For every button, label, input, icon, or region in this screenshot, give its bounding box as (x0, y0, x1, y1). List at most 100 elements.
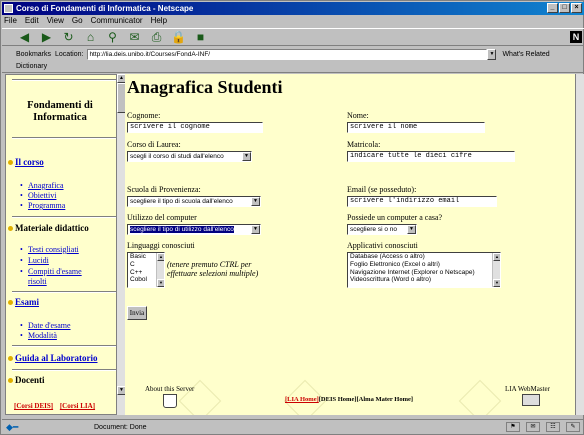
bookmarks-button[interactable]: Bookmarks (16, 51, 51, 58)
stop-icon[interactable]: ■ (192, 30, 209, 44)
security-icon[interactable]: 🔒 (170, 30, 187, 44)
sidebar-item-compiti[interactable]: • Compiti d'esame (20, 267, 82, 276)
link-deis-home[interactable]: [DEIS Home] (319, 396, 357, 403)
sidebar-section-docenti: Docenti (8, 375, 45, 385)
menu-help[interactable]: Help (151, 16, 167, 27)
sidebar-frame: Fondamenti di Informatica Il corso • Anag… (5, 74, 120, 415)
back-icon[interactable]: ◀ (16, 30, 33, 44)
sidebar-item-modalita[interactable]: • Modalità (20, 331, 57, 340)
dropdown-icon[interactable]: ▼ (242, 152, 251, 161)
main-scrollbar[interactable] (575, 74, 584, 415)
netscape-icon (4, 4, 13, 13)
main-frame: Anagrafica Studenti Cognome: scrivere il… (125, 74, 584, 415)
list-item[interactable]: Foglio Elettronico (Excel o altri) (350, 261, 500, 269)
sidebar-section-laboratorio[interactable]: Guida al Laboratorio (8, 353, 98, 363)
sidebar-item-compiti-cont[interactable]: risolti (20, 277, 47, 286)
maximize-button[interactable]: □ (559, 3, 570, 13)
linguaggi-listbox[interactable]: Basic C C++ Cobol ▲ ▼ (127, 252, 165, 288)
list-item[interactable]: Navigazione Internet (Explorer o Netscap… (350, 269, 500, 277)
status-bar: ◆━ Document: Done ⚑ ✉ ☷ ✎ (2, 419, 584, 434)
personal-toolbar: Dictionary (2, 61, 584, 73)
link-alma-mater-home[interactable]: [Alma Mater Home] (357, 396, 414, 403)
mail-icon[interactable]: ✉ (526, 422, 540, 432)
webmaster-label: LIA WebMaster (505, 385, 550, 393)
sidebar-item-anagrafica[interactable]: • Anagrafica (20, 181, 64, 190)
scuola-select[interactable]: scegliere il tipo di scuola dall'elenco ▼ (127, 196, 261, 207)
home-icon[interactable]: ⌂ (82, 30, 99, 44)
dictionary-bookmark[interactable]: Dictionary (16, 63, 47, 70)
applicativi-listbox[interactable]: Database (Access o altro) Foglio Elettro… (347, 252, 501, 288)
scuola-label: Scuola di Provenienza: (127, 185, 201, 194)
menu-go[interactable]: Go (72, 16, 83, 27)
menu-view[interactable]: View (47, 16, 64, 27)
dropdown-icon[interactable]: ▼ (407, 225, 416, 234)
scroll-up-icon[interactable]: ▲ (493, 253, 500, 261)
email-label: Email (se posseduto): (347, 185, 417, 194)
webmaster-mail-icon[interactable] (522, 394, 540, 406)
browser-window: Corso di Fondamenti di Informatica - Net… (0, 0, 584, 435)
corso-label: Corso di Laurea: (127, 140, 181, 149)
menu-communicator[interactable]: Communicator (91, 16, 143, 27)
navigation-toolbar: ◀ ▶ ↻ ⌂ ⚲ ✉ ⎙ 🔒 ■ N (2, 28, 584, 46)
link-corsi-deis[interactable]: [Corsi DEIS] (14, 402, 53, 410)
utilizzo-select[interactable]: scegliere il tipo di utilizzo dall'elenc… (127, 224, 261, 235)
sidebar-section-il-corso[interactable]: Il corso (8, 157, 44, 167)
netscape-logo-icon: N (570, 31, 582, 43)
about-server-label: About this Server (145, 385, 195, 393)
sidebar-item-obiettivi[interactable]: • Obiettivi (20, 191, 56, 200)
matricola-input[interactable]: indicare tutte le dieci cifre (347, 151, 515, 162)
nome-input[interactable]: scrivere il nome (347, 122, 485, 133)
list-scrollbar[interactable]: ▲ ▼ (492, 253, 500, 287)
netscape-guide-icon[interactable]: ✉ (126, 30, 143, 44)
divider (12, 216, 116, 218)
scroll-down-icon[interactable]: ▼ (157, 279, 164, 287)
close-button[interactable]: × (571, 3, 582, 13)
divider (12, 137, 116, 139)
print-icon[interactable]: ⎙ (148, 30, 165, 44)
url-dropdown-icon[interactable]: ▼ (487, 48, 497, 60)
menu-file[interactable]: File (4, 16, 17, 27)
component-navigator-icon[interactable]: ⚑ (506, 422, 520, 432)
list-scrollbar[interactable]: ▲ ▼ (156, 253, 164, 287)
sidebar-item-programma[interactable]: • Programma (20, 201, 65, 210)
corso-select[interactable]: scegli il corso di studi dall'elenco ▼ (127, 151, 252, 162)
minimize-button[interactable]: _ (547, 3, 558, 13)
location-bar: Bookmarks Location: http://lia.deis.unib… (2, 47, 584, 61)
scroll-up-icon[interactable]: ▲ (157, 253, 164, 261)
scroll-down-icon[interactable]: ▼ (493, 279, 500, 287)
submit-button[interactable]: Invia (127, 306, 147, 320)
reload-icon[interactable]: ↻ (60, 30, 77, 44)
multiselect-hint: (tenere premuto CTRL per effettuare sele… (167, 260, 259, 278)
link-lia-home[interactable]: [LIA Home] (285, 396, 319, 403)
email-input[interactable]: scrivere l'indirizzo email (347, 196, 497, 207)
composer-icon[interactable]: ✎ (566, 422, 580, 432)
menu-edit[interactable]: Edit (25, 16, 39, 27)
location-label: Location: (55, 50, 84, 58)
list-item[interactable]: Database (Access o altro) (350, 253, 500, 261)
divider (12, 291, 116, 293)
list-item[interactable]: Videoscrittura (Word o altro) (350, 276, 500, 284)
window-title: Corso di Fondamenti di Informatica - Net… (16, 4, 194, 13)
forward-icon[interactable]: ▶ (38, 30, 55, 44)
possiede-select[interactable]: scegliere si o no ▼ (347, 224, 417, 235)
connection-icon: ◆━ (6, 421, 19, 432)
dropdown-icon[interactable]: ▼ (251, 225, 260, 234)
page-title: Anagrafica Studenti (127, 77, 283, 97)
sidebar-section-esami[interactable]: Esami (8, 297, 39, 307)
bullet-icon (8, 225, 13, 231)
menu-bar: File Edit View Go Communicator Help (2, 16, 584, 27)
whats-related-button[interactable]: What's Related (502, 51, 549, 58)
sidebar-item-lucidi[interactable]: • Lucidi (20, 256, 49, 265)
course-title: Fondamenti di Informatica (27, 100, 93, 123)
about-server-icon[interactable] (163, 394, 177, 408)
sidebar-item-testi[interactable]: • Testi consigliati (20, 245, 79, 254)
newsgroups-icon[interactable]: ☷ (546, 422, 560, 432)
url-input[interactable]: http://lia.deis.unibo.it/Courses/FondA-I… (87, 48, 488, 60)
dropdown-icon[interactable]: ▼ (251, 197, 260, 206)
sidebar-scrollbar[interactable]: ▲ ▼ (116, 74, 126, 415)
title-bar: Corso di Fondamenti di Informatica - Net… (2, 2, 584, 15)
search-icon[interactable]: ⚲ (104, 30, 121, 44)
cognome-input[interactable]: scrivere il cognome (127, 122, 263, 133)
link-corsi-lia[interactable]: [Corsi LIA] (60, 402, 95, 410)
sidebar-item-date[interactable]: • Date d'esame (20, 321, 71, 330)
